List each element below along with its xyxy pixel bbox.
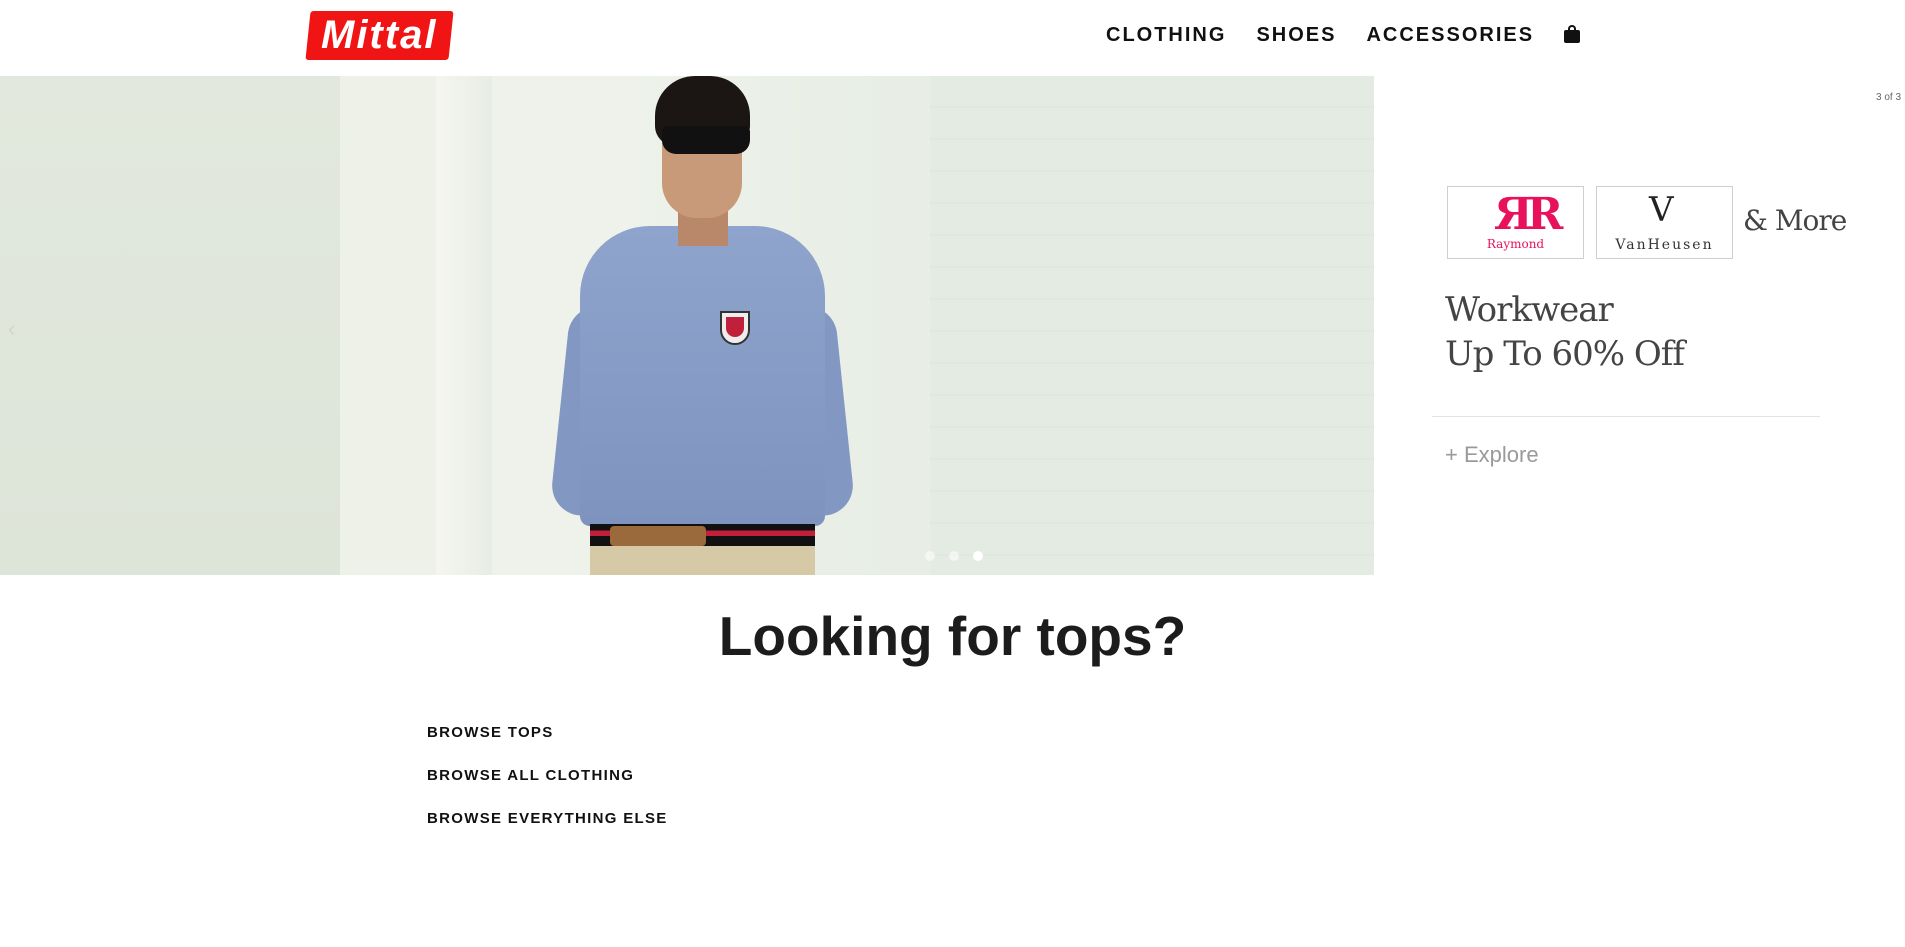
promo-offer: Up To 60% Off: [1445, 334, 1685, 374]
hero-brick-wall: [930, 76, 1374, 575]
bag-body: [1564, 29, 1581, 43]
nav-accessories[interactable]: ACCESSORIES: [1366, 24, 1534, 47]
sunglasses-icon: [662, 126, 750, 154]
nav-clothing[interactable]: CLOTHING: [1106, 24, 1226, 47]
promo-title: Workwear: [1445, 290, 1614, 330]
brands-more-text: & More: [1743, 204, 1847, 237]
raymond-name: Raymond: [1486, 237, 1545, 251]
hero-wall-left: [0, 76, 340, 575]
brand-logo-vanheusen[interactable]: V VanHeusen: [1596, 186, 1733, 259]
browse-all-clothing-link[interactable]: BROWSE ALL CLOTHING: [427, 767, 668, 784]
site-header: Mittal CLOTHING SHOES ACCESSORIES: [0, 0, 1905, 76]
explore-link[interactable]: + Explore: [1445, 442, 1539, 468]
promo-divider: [1432, 416, 1820, 417]
vanheusen-logo-icon: V: [1649, 190, 1674, 230]
belt-buckle: [610, 526, 706, 546]
carousel-prev-arrow-icon[interactable]: ‹: [8, 316, 15, 342]
shirt-crest-icon: [720, 311, 750, 345]
hero-door: [436, 76, 492, 575]
nav-shoes[interactable]: SHOES: [1256, 24, 1336, 47]
brand-logo-raymond[interactable]: ЯR Raymond: [1447, 186, 1584, 259]
site-logo[interactable]: Mittal: [305, 11, 454, 60]
shopping-bag-icon[interactable]: [1564, 24, 1581, 43]
browse-links: BROWSE TOPS BROWSE ALL CLOTHING BROWSE E…: [427, 724, 668, 853]
vanheusen-name: VanHeusen: [1615, 237, 1714, 253]
hero-doorway: [340, 76, 436, 575]
carousel-dots: [925, 551, 983, 561]
browse-everything-else-link[interactable]: BROWSE EVERYTHING ELSE: [427, 810, 668, 827]
carousel-dot-1[interactable]: [925, 551, 935, 561]
model-shirt: [580, 226, 825, 526]
slide-counter: 3 of 3: [1876, 92, 1902, 103]
carousel-dot-3[interactable]: [973, 551, 983, 561]
hero-banner-image[interactable]: ‹: [0, 76, 1374, 575]
carousel-dot-2[interactable]: [949, 551, 959, 561]
model-pants: [590, 546, 815, 575]
hero-model-figure: [549, 76, 860, 575]
browse-tops-link[interactable]: BROWSE TOPS: [427, 724, 668, 741]
raymond-logo-icon: ЯR: [1494, 189, 1563, 240]
logo-text: Mittal: [321, 13, 438, 57]
main-nav: CLOTHING SHOES ACCESSORIES: [1106, 24, 1581, 47]
page-headline: Looking for tops?: [718, 605, 1187, 667]
